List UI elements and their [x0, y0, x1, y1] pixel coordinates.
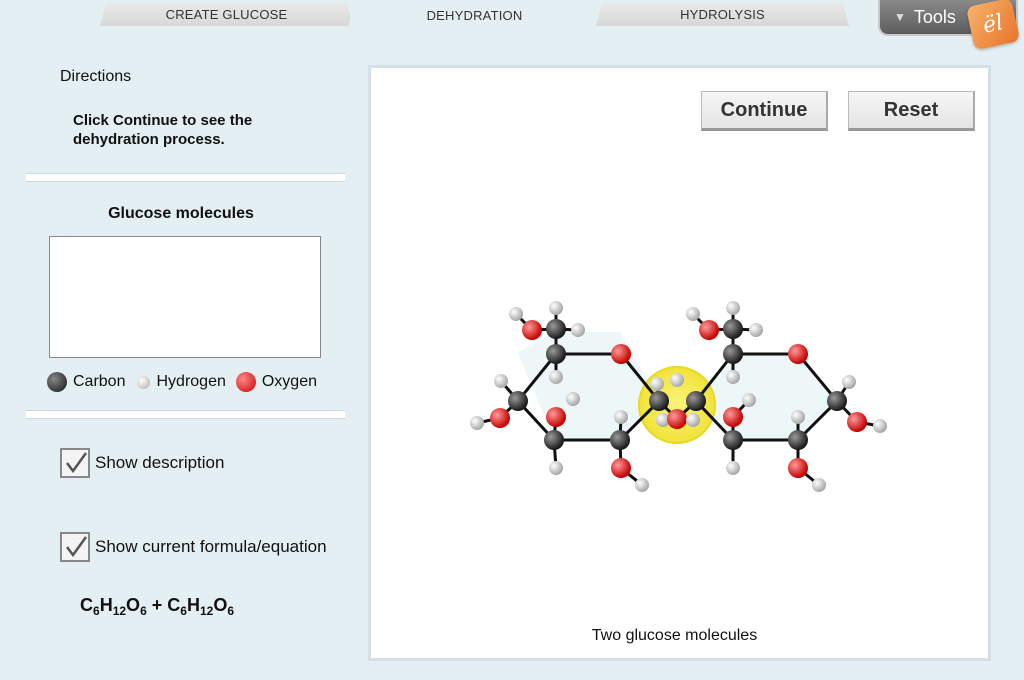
hydrogen-atom — [494, 374, 508, 388]
legend-oxygen-label: Oxygen — [261, 373, 317, 390]
divider — [26, 410, 345, 419]
ring-fill — [697, 353, 837, 440]
oxygen-atom — [546, 407, 566, 427]
carbon-atom — [723, 430, 743, 450]
oxygen-atom — [611, 458, 631, 478]
hydrogen-atom — [842, 375, 856, 389]
hydrogen-ball-icon — [137, 375, 151, 389]
carbon-ball-icon — [47, 372, 67, 392]
explorelearning-logo: ël — [965, 0, 1021, 51]
hydrogen-atom — [873, 419, 887, 433]
hydrogen-atom — [635, 478, 649, 492]
chevron-down-icon: ▼ — [894, 10, 906, 24]
hydrogen-atom — [470, 416, 484, 430]
tab-dehydration[interactable]: DEHYDRATION — [348, 2, 601, 28]
carbon-atom — [788, 430, 808, 450]
hydrogen-atom — [549, 301, 563, 315]
tab-create-glucose[interactable]: CREATE GLUCOSE — [100, 3, 353, 26]
hydrogen-atom — [571, 323, 585, 337]
hydrogen-atom — [686, 307, 700, 321]
carbon-atom — [546, 319, 566, 339]
hydrogen-atom — [509, 307, 523, 321]
carbon-atom — [610, 430, 630, 450]
legend-hydrogen-label: Hydrogen — [156, 373, 226, 390]
oxygen-atom — [522, 320, 542, 340]
show-formula-checkbox[interactable] — [60, 532, 90, 562]
checkmark-icon — [66, 536, 88, 558]
hydrogen-atom — [549, 461, 563, 475]
oxygen-atom — [788, 458, 808, 478]
glucose-molecules-title: Glucose molecules — [108, 205, 254, 222]
directions-text: Click Continue to see the dehydration pr… — [73, 112, 253, 148]
hydrogen-atom — [726, 461, 740, 475]
show-formula-label: Show current formula/equation — [95, 537, 327, 556]
oxygen-atom — [667, 409, 687, 429]
oxygen-atom — [611, 344, 631, 364]
hydrogen-atom — [726, 370, 740, 384]
carbon-atom — [649, 391, 669, 411]
glucose-molecules-tray[interactable] — [49, 236, 321, 358]
legend-carbon-label: Carbon — [73, 373, 126, 390]
hydrogen-atom — [812, 478, 826, 492]
hydrogen-atom — [686, 413, 700, 427]
tab-hydrolysis[interactable]: HYDROLYSIS — [596, 3, 849, 26]
oxygen-atom — [723, 407, 743, 427]
divider — [26, 173, 345, 182]
carbon-atom — [544, 430, 564, 450]
oxygen-atom — [699, 320, 719, 340]
show-description-option[interactable]: Show description — [60, 448, 224, 478]
show-description-label: Show description — [95, 453, 225, 472]
carbon-atom — [508, 391, 528, 411]
show-formula-option[interactable]: Show current formula/equation — [60, 532, 327, 562]
carbon-atom — [723, 344, 743, 364]
oxygen-atom — [490, 408, 510, 428]
tab-bar: CREATE GLUCOSE DEHYDRATION HYDROLYSIS — [0, 0, 1024, 28]
glucose-molecules-diagram[interactable] — [371, 68, 988, 658]
tools-label: Tools — [913, 6, 956, 27]
atom-legend: Carbon Hydrogen Oxygen — [47, 372, 317, 392]
carbon-atom — [546, 344, 566, 364]
hydrogen-atom — [742, 393, 756, 407]
hydrogen-atom — [791, 410, 805, 424]
hydrogen-atom — [614, 410, 628, 424]
simulation-panel: Continue Reset Two glucose molecules — [368, 65, 991, 661]
oxygen-ball-icon — [235, 372, 256, 392]
hydrogen-atom — [749, 323, 763, 337]
hydrogen-atom — [670, 373, 684, 387]
carbon-atom — [686, 391, 706, 411]
hydrogen-atom — [549, 370, 563, 384]
oxygen-atom — [788, 344, 808, 364]
checkmark-icon — [66, 452, 88, 474]
description-caption: Two glucose molecules — [591, 627, 758, 644]
oxygen-atom — [847, 412, 867, 432]
directions-title: Directions — [60, 68, 132, 85]
hydrogen-atom — [566, 392, 580, 406]
current-formula: C6H12O6 + C6H12O6 — [80, 595, 235, 618]
show-description-checkbox[interactable] — [60, 448, 90, 478]
hydrogen-atom — [650, 377, 664, 391]
carbon-atom — [723, 319, 743, 339]
hydrogen-atom — [726, 301, 740, 315]
carbon-atom — [827, 391, 847, 411]
